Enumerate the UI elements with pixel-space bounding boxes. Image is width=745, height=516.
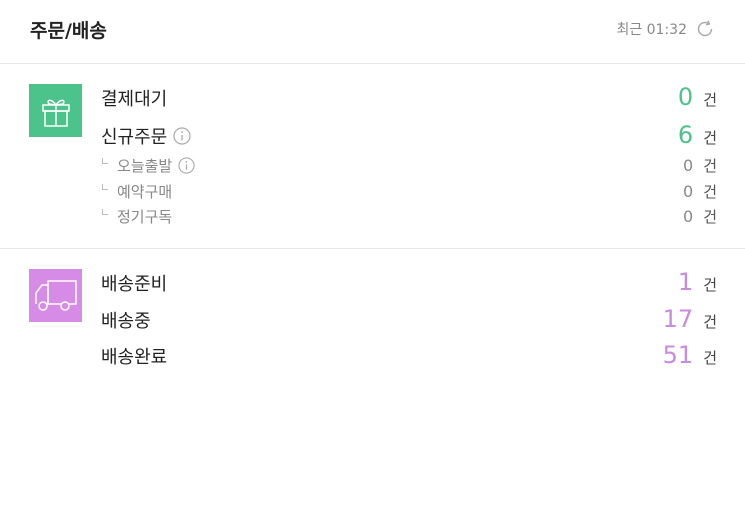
order-row-today-shipping[interactable]: 오늘출발 0 건 — [101, 155, 717, 176]
reservation-label: 예약구매 — [101, 181, 172, 202]
info-icon[interactable] — [173, 127, 191, 145]
order-row-new-order[interactable]: 신규주문 6 건 — [101, 121, 717, 149]
payment-pending-unit: 건 — [703, 91, 717, 109]
delivery-section: 배송준비 1 건 배송중 17 건 배송완료 51 건 — [0, 250, 745, 390]
today-shipping-label-wrap: 오늘출발 — [101, 155, 195, 176]
gift-icon — [41, 99, 70, 127]
completed-label: 배송완료 — [101, 347, 168, 368]
subscription-unit: 건 — [703, 208, 717, 226]
delivery-row-in-transit[interactable]: 배송중 17 건 — [101, 305, 717, 333]
today-shipping-label: 오늘출발 — [117, 157, 173, 175]
subscription-label: 정기구독 — [101, 206, 172, 227]
order-icon-box — [29, 84, 82, 137]
truck-icon — [34, 279, 77, 311]
preparing-label: 배송준비 — [101, 274, 168, 295]
delivery-row-completed[interactable]: 배송완료 51 건 — [101, 341, 717, 369]
page-title: 주문/배송 — [30, 20, 107, 42]
new-order-label-wrap: 신규주문 — [101, 123, 191, 149]
today-shipping-count[interactable]: 0 — [683, 156, 693, 175]
payment-pending-count[interactable]: 0 — [678, 83, 693, 111]
reservation-count[interactable]: 0 — [683, 182, 693, 201]
order-section: 결제대기 0 건 신규주문 6 건 오늘출발 0 건 예약구매 0 건 정기구독… — [0, 65, 745, 249]
refresh-icon[interactable] — [695, 19, 715, 39]
delivery-icon-box — [29, 269, 82, 322]
payment-pending-label: 결제대기 — [101, 89, 168, 110]
reservation-unit: 건 — [703, 183, 717, 201]
subscription-count[interactable]: 0 — [683, 207, 693, 226]
order-row-reservation[interactable]: 예약구매 0 건 — [101, 181, 717, 202]
order-row-subscription[interactable]: 정기구독 0 건 — [101, 206, 717, 227]
preparing-unit: 건 — [703, 276, 717, 294]
preparing-count[interactable]: 1 — [678, 268, 693, 296]
order-row-payment-pending[interactable]: 결제대기 0 건 — [101, 83, 717, 111]
new-order-unit: 건 — [703, 129, 717, 147]
last-updated-time: 최근 01:32 — [616, 22, 687, 38]
new-order-label: 신규주문 — [101, 127, 168, 148]
completed-unit: 건 — [703, 349, 717, 367]
in-transit-unit: 건 — [703, 313, 717, 331]
info-icon[interactable] — [178, 157, 195, 174]
refresh-info: 최근 01:32 — [616, 19, 715, 39]
new-order-count[interactable]: 6 — [678, 121, 693, 149]
panel-header: 주문/배송 최근 01:32 — [0, 0, 745, 64]
completed-count[interactable]: 51 — [663, 341, 694, 369]
in-transit-count[interactable]: 17 — [663, 305, 694, 333]
delivery-row-preparing[interactable]: 배송준비 1 건 — [101, 268, 717, 296]
today-shipping-unit: 건 — [703, 157, 717, 175]
in-transit-label: 배송중 — [101, 311, 151, 332]
